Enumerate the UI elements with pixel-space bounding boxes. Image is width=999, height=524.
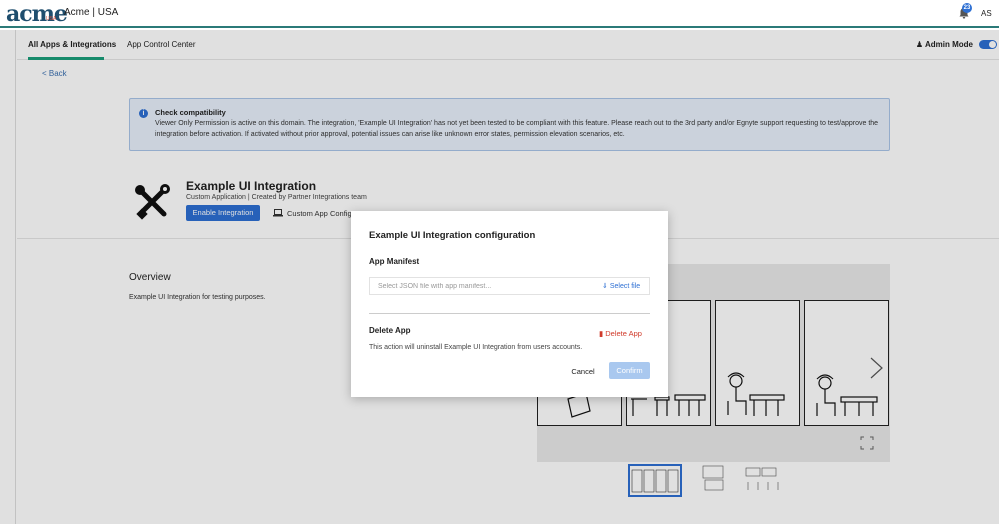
user-avatar[interactable]: AS — [981, 9, 992, 18]
trash-icon: ▮ — [599, 329, 604, 338]
delete-description: This action will uninstall Example UI In… — [369, 344, 583, 351]
app-manifest-label: App Manifest — [369, 257, 420, 266]
configuration-modal: Example UI Integration configuration App… — [351, 211, 668, 397]
upload-icon: ⇓ — [602, 283, 608, 290]
section-divider — [369, 313, 650, 314]
delete-app-label: Delete App — [605, 329, 642, 338]
modal-title: Example UI Integration configuration — [369, 230, 536, 241]
select-file-button[interactable]: ⇓ Select file — [602, 282, 640, 290]
cancel-button[interactable]: Cancel — [565, 363, 601, 379]
delete-app-section-label: Delete App — [369, 326, 411, 335]
logo-subtext: USA — [46, 16, 57, 22]
company-logo[interactable]: acme — [6, 1, 68, 27]
notification-badge: 23 — [962, 3, 972, 13]
select-file-label: Select file — [609, 283, 641, 290]
delete-app-button[interactable]: ▮ Delete App — [599, 329, 642, 338]
confirm-button[interactable]: Confirm — [609, 362, 650, 379]
tenant-name: Acme | USA — [64, 7, 119, 18]
top-header: acme USA Acme | USA 23 AS — [0, 0, 999, 28]
